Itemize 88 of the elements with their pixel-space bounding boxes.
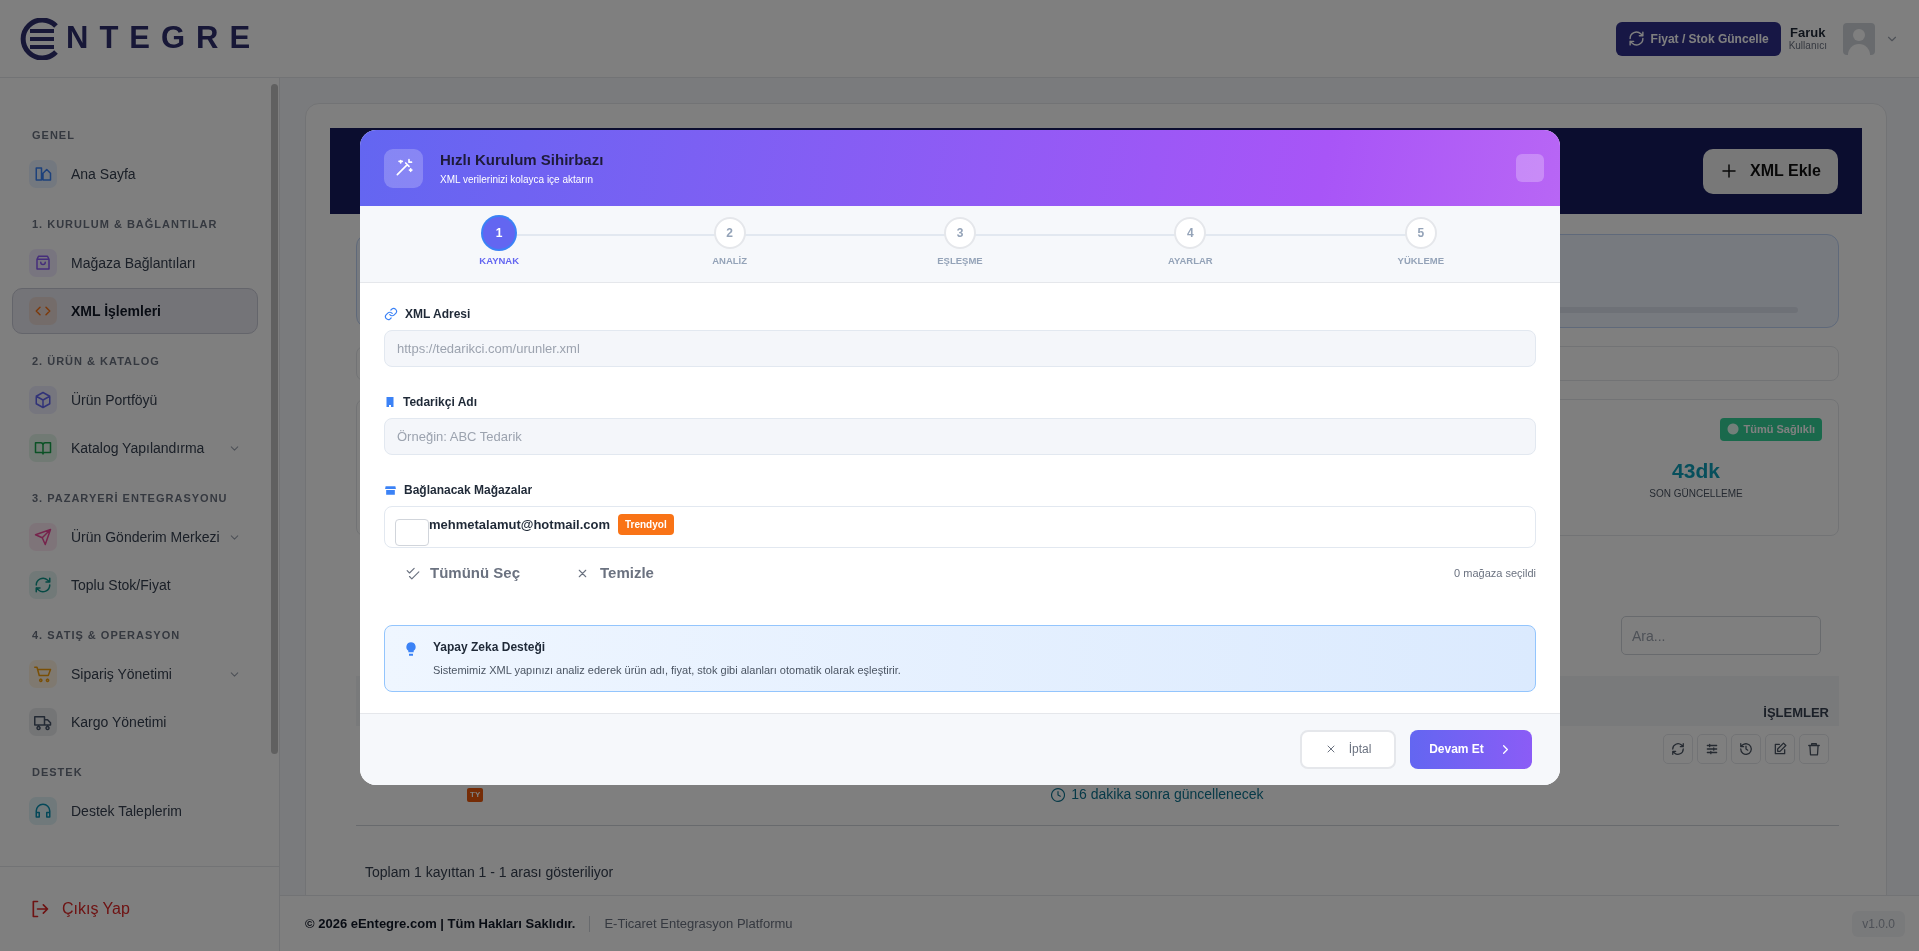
home-icon: [34, 165, 52, 183]
step-circle[interactable]: 3: [944, 217, 976, 249]
cancel-button[interactable]: İptal: [1300, 729, 1396, 769]
status-badge: Tümü Sağlıklı: [1720, 418, 1822, 441]
continue-button[interactable]: Devam Et: [1410, 729, 1532, 769]
store-icon: [384, 483, 397, 497]
input-field[interactable]: Örneğin: ABC Tedarik: [384, 418, 1536, 455]
refresh-icon: [1627, 30, 1645, 47]
step-label: KAYNAK: [479, 254, 520, 268]
sidebar-item[interactable]: Destek Taleplerim: [12, 788, 258, 834]
lightbulb-icon: [403, 640, 419, 657]
history-button[interactable]: [1731, 734, 1761, 764]
section-title: GENEL: [31, 128, 76, 143]
step-label: AYARLAR: [1168, 254, 1213, 268]
sliders-icon: [1705, 742, 1719, 756]
book-icon: [34, 439, 52, 457]
double-check-icon: [406, 566, 420, 581]
section-title: 1. KURULUM & BAĞLANTILAR: [31, 217, 219, 232]
step-circle[interactable]: 1: [483, 217, 516, 249]
edit-icon: [1773, 742, 1787, 756]
sidebar-item[interactable]: Katalog Yapılandırma: [12, 425, 258, 471]
update-button[interactable]: Fiyat / Stok Güncelle: [1615, 21, 1781, 56]
clear-button[interactable]: Temizle: [576, 562, 654, 585]
step-label: EŞLEŞME: [937, 254, 983, 268]
sidebar-item[interactable]: Mağaza Bağlantıları: [12, 240, 258, 286]
dialog-title: Hızlı Kurulum Sihirbazı: [440, 150, 605, 171]
column-header: İŞLEMLER: [1763, 703, 1829, 722]
step-label: ANALİZ: [712, 254, 747, 268]
user-name: Faruk: [1789, 25, 1827, 41]
sidebar-item[interactable]: Ana Sayfa: [12, 151, 258, 197]
logout-link[interactable]: Çıkış Yap: [0, 866, 279, 951]
send-icon: [34, 528, 52, 546]
marketplace-badge: Trendyol: [618, 514, 674, 535]
field-label: Tedarikçi Adı: [403, 394, 478, 411]
sidebar-item[interactable]: Kargo Yönetimi: [12, 699, 258, 745]
refresh-icon: [34, 576, 52, 594]
record-summary: Toplam 1 kayıttan 1 - 1 arası gösteriliyor: [364, 863, 615, 882]
tagline-text: E-Ticaret Entegrasyon Platformu: [604, 914, 793, 933]
refresh-icon: [1671, 742, 1685, 756]
headset-icon: [34, 802, 52, 820]
schedule-text: 16 dakika sonra güncellenecek: [1071, 785, 1264, 804]
sidebar-item[interactable]: Ürün Gönderim Merkezi: [12, 514, 258, 560]
sidebar-item[interactable]: Sipariş Yönetimi: [12, 651, 258, 697]
section-title: DESTEK: [31, 765, 84, 780]
info-title: Yapay Zeka Desteği: [433, 638, 547, 656]
add-xml-button[interactable]: XML Ekle: [1703, 148, 1838, 194]
section-title: 3. PAZARYERİ ENTEGRASYONU: [31, 491, 229, 506]
dialog-subtitle: XML verilerinizi kolayca içe aktarın: [440, 172, 595, 187]
sidebar-item[interactable]: Toplu Stok/Fiyat: [12, 562, 258, 608]
checkbox[interactable]: [395, 519, 429, 546]
trash-icon: [1807, 742, 1821, 756]
sidebar-item[interactable]: XML İşlemleri: [12, 288, 258, 334]
bag-icon: [34, 254, 52, 272]
link-icon: [384, 307, 398, 321]
edit-button[interactable]: [1765, 734, 1795, 764]
refresh-button[interactable]: [1663, 734, 1693, 764]
step-label: YÜKLEME: [1397, 254, 1444, 268]
store-name: mehmetalamut@hotmail.com: [429, 516, 610, 534]
step-circle[interactable]: 4: [1174, 217, 1207, 249]
cart-icon: [34, 665, 52, 683]
field-label: XML Adresi: [405, 306, 471, 323]
stat-value: 43dk: [1671, 457, 1721, 484]
history-icon: [1739, 742, 1753, 756]
field-label: Bağlanacak Mağazalar: [404, 482, 533, 499]
section-title: 2. ÜRÜN & KATALOG: [31, 354, 161, 369]
step-circle[interactable]: 2: [713, 217, 746, 249]
user-role: Kullanıcı: [1788, 40, 1827, 52]
input-field[interactable]: https://tedarikci.com/urunler.xml: [384, 330, 1536, 367]
truck-icon: [34, 713, 52, 731]
plus-icon: [1720, 162, 1739, 180]
building-icon: [384, 396, 396, 408]
settings-button[interactable]: [1697, 734, 1727, 764]
copyright-text: © 2026 eEntegre.com | Tüm Hakları Saklıdır.: [305, 914, 576, 933]
select-all-button[interactable]: Tümünü Seç: [406, 562, 520, 585]
step-circle[interactable]: 5: [1404, 217, 1437, 249]
box-icon: [34, 391, 52, 409]
delete-button[interactable]: [1799, 734, 1829, 764]
stat-label: SON GÜNCELLEME: [1648, 487, 1744, 501]
info-text: Sistemimiz XML yapınızı analiz ederek ürün adı, fiyat, stok gibi alanları otomatik olarak eşleştirir.: [433, 662, 901, 678]
scrollbar[interactable]: [271, 84, 278, 754]
sidebar-item[interactable]: Ürün Portföyü: [12, 377, 258, 423]
logo-text: NTEGRE: [66, 19, 262, 58]
marketplace-tag: TY: [467, 787, 484, 802]
selection-count: 0 mağaza seçildi: [1454, 566, 1536, 581]
clock-icon: [1051, 787, 1066, 802]
store-option[interactable]: mehmetalamut@hotmail.com Trendyol: [384, 506, 1536, 548]
logout-icon: [30, 899, 50, 919]
section-title: 4. SATIŞ & OPERASYON: [31, 628, 182, 643]
